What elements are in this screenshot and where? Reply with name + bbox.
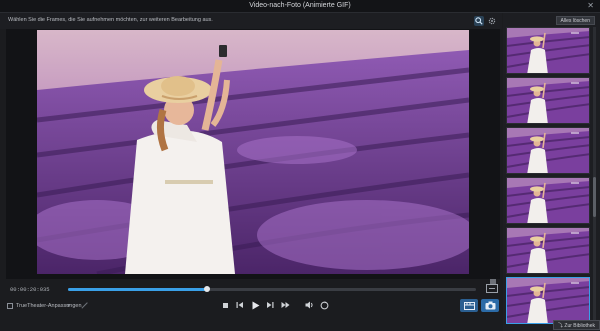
video-frame-image (37, 30, 469, 274)
volume-icon[interactable] (304, 300, 314, 310)
rotate-icon[interactable] (319, 300, 329, 310)
progress-track[interactable] (68, 288, 476, 291)
timecode: 00:00:20:035 (10, 286, 50, 293)
gear-icon[interactable] (487, 16, 497, 26)
prev-frame-icon[interactable] (235, 300, 245, 310)
chevron-down-icon[interactable]: ▾ (67, 302, 70, 309)
deselect-all-button[interactable]: Alles löschen (555, 16, 595, 25)
frame-thumbnail[interactable] (506, 127, 590, 174)
playback-controls: TrueTheater-Anpassungen ▾ (0, 296, 502, 316)
frame-thumbnail[interactable] (506, 277, 590, 324)
video-viewer[interactable] (6, 29, 500, 279)
frame-list (506, 27, 590, 327)
timeline-scrubber[interactable]: 00:00:20:035 (6, 284, 500, 294)
frame-thumbnail[interactable] (506, 227, 590, 274)
truetheater-checkbox[interactable] (7, 303, 13, 309)
title-bar: Video-nach-Foto (Animierte GIF) ✕ (0, 0, 600, 13)
camera-icon[interactable] (481, 299, 499, 312)
progress-handle[interactable] (203, 286, 210, 292)
to-library-label: Zur Bibliothek (564, 323, 595, 329)
frame-thumbnail[interactable] (506, 77, 590, 124)
window-title: Video-nach-Foto (Animierte GIF) (249, 2, 351, 9)
fast-forward-icon[interactable] (280, 300, 290, 310)
next-frame-icon[interactable] (265, 300, 275, 310)
frames-sidebar: Alles löschen (503, 13, 600, 331)
close-icon[interactable]: ✕ (587, 1, 594, 10)
zoom-icon[interactable] (474, 16, 484, 26)
frame-thumbnail[interactable] (506, 177, 590, 224)
sidebar-scrollbar[interactable] (593, 27, 596, 327)
magic-wand-icon[interactable] (80, 300, 90, 310)
instruction-text: Wählen Sie die Frames, die Sie aufnehmen… (8, 17, 213, 23)
toolbar: Wählen Sie die Frames, die Sie aufnehmen… (0, 13, 502, 29)
frame-thumbnail[interactable] (506, 27, 590, 74)
clip-icon[interactable] (486, 284, 498, 293)
stop-icon[interactable] (220, 300, 230, 310)
library-arrow-icon: ⤵ (558, 323, 564, 329)
play-icon[interactable] (250, 300, 260, 310)
truetheater-label: TrueTheater-Anpassungen (16, 303, 82, 309)
scrollbar-thumb[interactable] (593, 177, 596, 217)
progress-fill (68, 288, 207, 291)
to-library-button[interactable]: ⤵ Zur Bibliothek (553, 320, 600, 330)
film-icon[interactable] (460, 299, 478, 312)
